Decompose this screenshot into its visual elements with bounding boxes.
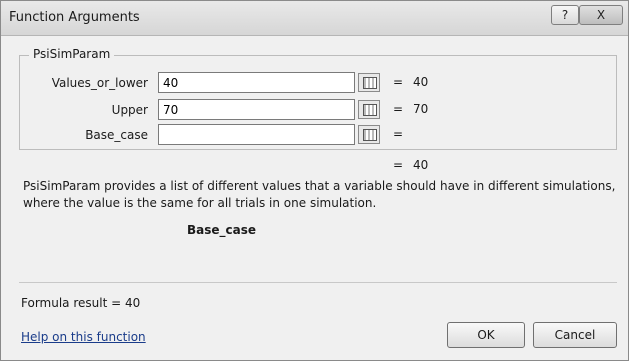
overall-result: 40 (413, 158, 429, 172)
dialog-title: Function Arguments (9, 10, 140, 25)
argument-result: 70 (413, 102, 429, 116)
argument-row-upper: Upper = 70 (1, 99, 629, 121)
argument-label: Upper (111, 103, 148, 117)
equals-sign: = (393, 127, 404, 141)
argument-label: Values_or_lower (51, 76, 148, 90)
close-button[interactable]: X (579, 5, 623, 25)
equals-sign: = (393, 102, 404, 116)
equals-sign: = (393, 75, 404, 89)
function-name: PsiSimParam (29, 47, 115, 61)
range-select-icon[interactable] (358, 125, 380, 144)
ok-button[interactable]: OK (447, 322, 525, 348)
argument-label: Base_case (85, 128, 148, 142)
help-button[interactable]: ? (551, 5, 579, 25)
values-or-lower-input[interactable] (158, 72, 355, 93)
upper-input[interactable] (158, 99, 355, 120)
formula-result: Formula result = 40 (21, 296, 141, 310)
close-icon: X (596, 8, 606, 22)
title-bar[interactable]: Function Arguments ? X (1, 1, 628, 36)
help-on-function-link[interactable]: Help on this function (21, 330, 146, 344)
function-description: PsiSimParam provides a list of different… (23, 179, 616, 210)
base-case-input[interactable] (158, 124, 355, 145)
cancel-button[interactable]: Cancel (533, 322, 617, 348)
range-select-icon[interactable] (358, 73, 380, 92)
argument-result: 40 (413, 75, 429, 89)
argument-row-values-or-lower: Values_or_lower = 40 (1, 72, 629, 94)
question-icon: ? (561, 8, 569, 22)
overall-equals-sign: = (393, 158, 404, 172)
argument-row-base-case: Base_case = (1, 124, 629, 146)
function-arguments-dialog: Function Arguments ? X PsiSimParam Value… (0, 0, 629, 361)
current-argument-name: Base_case (187, 223, 257, 237)
range-select-icon[interactable] (358, 100, 380, 119)
divider (19, 282, 617, 283)
